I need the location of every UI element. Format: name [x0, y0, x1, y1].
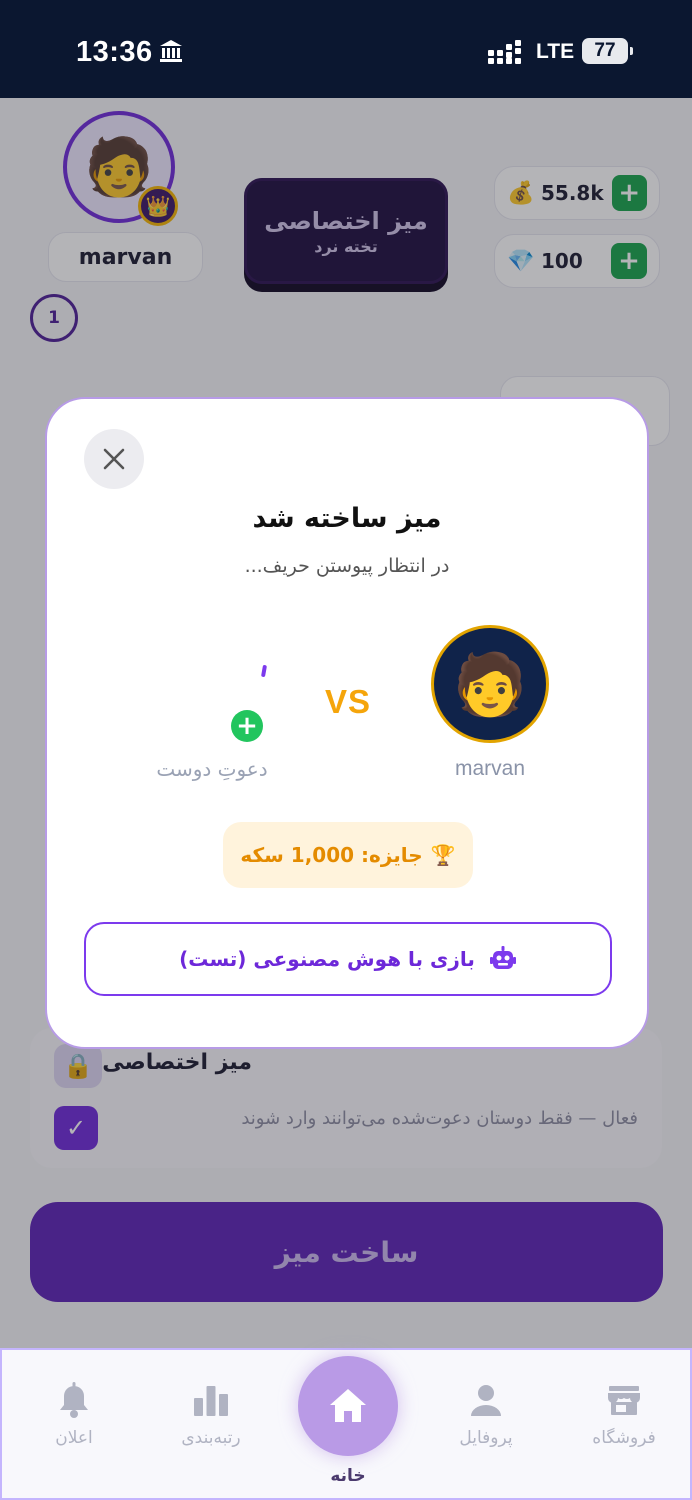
play-with-ai-button[interactable]: بازی با هوش مصنوعی (تست) [84, 922, 612, 996]
player-name: marvan [454, 757, 526, 780]
vs-label: VS [325, 683, 372, 720]
dialog-subtitle: در انتظار پیوستن حریف... [244, 555, 450, 577]
store-icon [608, 1386, 640, 1415]
prize-badge: 🏆 جایزه: 1,000 سکه [223, 822, 473, 888]
nav-item-shop[interactable]: فروشگاه [564, 1380, 684, 1448]
nav-shop-label: فروشگاه [592, 1428, 656, 1448]
dialog-title: میز ساخته شد [252, 503, 442, 534]
close-icon [103, 448, 125, 470]
invite-plus-icon[interactable]: + [231, 710, 263, 742]
trophy-icon: 🏆 [430, 843, 456, 867]
battery-indicator: 77 [582, 38, 633, 64]
loading-spinner-icon [260, 664, 268, 678]
nav-item-notifications[interactable]: اعلان [14, 1380, 134, 1448]
nav-item-profile[interactable]: پروفایل [426, 1380, 546, 1448]
nav-home-label: خانه [330, 1466, 366, 1486]
play-with-ai-label: بازی با هوش مصنوعی (تست) [179, 947, 475, 971]
robot-icon [489, 946, 516, 969]
player-avatar: 🧑 [431, 625, 549, 743]
bank-icon [160, 40, 182, 62]
nav-notifications-label: اعلان [55, 1428, 93, 1448]
bottom-navigation: فروشگاه پروفایل خانه رتبه‌بندی اعلان [0, 1348, 692, 1500]
nav-ranking-label: رتبه‌بندی [181, 1428, 241, 1448]
table-created-dialog: میز ساخته شد در انتظار پیوستن حریف... 🧑 … [45, 397, 649, 1049]
nav-item-home[interactable] [298, 1356, 398, 1456]
bar-chart-icon [194, 1386, 228, 1416]
close-button[interactable] [84, 429, 144, 489]
status-time: 13:36 [76, 36, 153, 68]
user-icon [471, 1385, 501, 1416]
nav-item-ranking[interactable]: رتبه‌بندی [151, 1380, 271, 1448]
invite-friend-label[interactable]: دعوتِ دوست [137, 757, 287, 781]
prize-text: جایزه: 1,000 سکه [240, 843, 423, 867]
signal-icon [488, 40, 521, 64]
bell-icon [60, 1382, 88, 1418]
nav-profile-label: پروفایل [459, 1428, 513, 1448]
network-type: LTE [536, 40, 575, 63]
home-icon [330, 1389, 366, 1422]
status-bar: 13:36 LTE 77 [0, 0, 692, 98]
